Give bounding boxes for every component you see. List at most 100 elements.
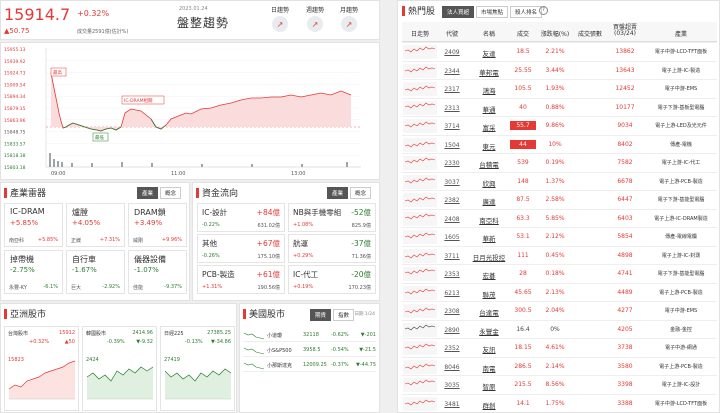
hot-stock-row[interactable]: 2313 華通 40 0.88% 10177 電子下游-基板型電腦 xyxy=(402,97,717,117)
hot-stock-name[interactable]: 宏碁 xyxy=(472,270,506,280)
industry-card-pct: +3.49% xyxy=(134,219,163,227)
hot-stock-code[interactable]: 2408 xyxy=(440,216,464,223)
hot-stock-name[interactable]: 群創 xyxy=(472,400,506,410)
hot-stock-name[interactable]: 日月光投控 xyxy=(472,252,506,262)
trend-month[interactable]: 月趨勢 ↗ xyxy=(338,5,360,32)
industry-tab-concept[interactable]: 概念 xyxy=(159,187,181,199)
hot-stock-volume: 6447 xyxy=(617,196,633,203)
trend-week[interactable]: 週趨勢 ↗ xyxy=(304,5,326,32)
hot-stock-row[interactable]: 3714 富采 55.7 9.86% 9034 電子上游-LED及光元件 xyxy=(402,116,717,135)
industry-tab-industry[interactable]: 產業 xyxy=(136,187,158,199)
hot-stock-code[interactable]: 3714 xyxy=(440,123,464,130)
hot-stock-price: 105.5 xyxy=(514,85,532,92)
hot-stock-code[interactable]: 1605 xyxy=(440,234,464,241)
hot-stock-name[interactable]: 南亞科 xyxy=(472,215,506,225)
fund-card[interactable]: NB與手機零組 -52億 +1.08% 825.9億 xyxy=(288,203,376,232)
industry-card[interactable]: 儀器設備 -1.07% 佳能 -9.37% xyxy=(128,250,187,294)
hot-stock-row[interactable]: 2344 華邦電 25.55 3.44% 13643 電子上游-IC-製造 xyxy=(402,60,717,80)
hot-stock-name[interactable]: 華邦電 xyxy=(472,67,506,77)
hot-stock-row[interactable]: 2408 南亞科 63.3 5.85% 6403 電子上游-IC-DRAM製造 xyxy=(402,208,717,228)
hot-stock-code[interactable]: 3711 xyxy=(440,253,464,260)
hot-stock-name[interactable]: 永豐金 xyxy=(472,326,506,336)
hot-stock-name[interactable]: 智原 xyxy=(472,381,506,391)
hot-stock-code[interactable]: 3037 xyxy=(440,179,464,186)
fund-card[interactable]: PCB-製造 +61億 +1.31% 190.56億 xyxy=(197,265,285,294)
hot-stock-row[interactable]: 2352 友訊 18.15 4.61% 3738 電子中游-網通 xyxy=(402,338,717,357)
hot-stock-code[interactable]: 1504 xyxy=(440,142,464,149)
industry-card[interactable]: IC-DRAM +5.85% 南亞科 +5.85% xyxy=(4,203,63,247)
hot-stock-code[interactable]: 2330 xyxy=(440,160,464,167)
hot-stock-code[interactable]: 2352 xyxy=(440,345,464,352)
fund-card[interactable]: 航運 -37億 +0.29% 71.36億 xyxy=(288,234,376,263)
hot-stock-name[interactable]: 友達 xyxy=(472,48,506,58)
hot-stock-name[interactable]: 聯茂 xyxy=(472,289,506,299)
hot-stock-code[interactable]: 2313 xyxy=(440,105,464,112)
hot-stock-price: 18.15 xyxy=(514,344,532,351)
hot-stock-row[interactable]: 2317 鴻海 105.5 1.93% 12452 電子中游-EMS xyxy=(402,79,717,98)
hot-stock-code[interactable]: 3035 xyxy=(440,382,464,389)
fund-card[interactable]: IC-設計 +84億 -0.22% 631.02億 xyxy=(197,203,285,232)
hot-stock-row[interactable]: 2308 台達電 300.5 2.04% 4277 電子中游-EMS xyxy=(402,301,717,320)
hot-stock-row[interactable]: 2409 友達 18.5 2.21% 13862 電子中游-LCD-TFT面板 xyxy=(402,42,717,61)
hot-stock-row[interactable]: 2382 廣達 87.5 2.58% 6447 電子下游-基能型電腦 xyxy=(402,190,717,209)
hot-stock-row[interactable]: 3711 日月光投控 111 0.45% 4898 電子上游-IC-封測 xyxy=(402,245,717,265)
hot-stock-name[interactable]: 台達電 xyxy=(472,307,506,317)
hot-stock-name[interactable]: 台積電 xyxy=(472,159,506,169)
hot-stock-row[interactable]: 2330 台積電 539 0.19% 7582 電子上游-IC-代工 xyxy=(402,153,717,172)
hot-stock-row[interactable]: 8046 南電 286.5 2.14% 3580 電子上游-PCB-製造 xyxy=(402,356,717,376)
hot-stock-name[interactable]: 華新 xyxy=(472,233,506,243)
industry-card[interactable]: 掉帶機 -2.75% 永豐-KY -6.1% xyxy=(4,250,63,294)
us-market-row[interactable]: 小道瓊 32118 -0.62% ▼-201 xyxy=(243,328,376,342)
asia-market-card[interactable]: 台灣股市 15912 +0.32% ▲50 15823 xyxy=(4,326,79,411)
hot-stock-name[interactable]: 廣達 xyxy=(472,196,506,206)
hot-stock-row[interactable]: 2890 永豐金 16.4 0% 4205 金融-金控 xyxy=(402,319,717,339)
fund-card[interactable]: IC-代工 -20億 +0.19% 170.23億 xyxy=(288,265,376,294)
fund-tab-concept[interactable]: 概念 xyxy=(349,187,371,199)
us-market-row[interactable]: 小S&P500 3958.5 -0.54% ▼-21.5 xyxy=(243,343,376,357)
hot-stock-name[interactable]: 富采 xyxy=(472,122,506,132)
hot-stock-code[interactable]: 2382 xyxy=(440,197,464,204)
us-tab-index[interactable]: 指數 xyxy=(333,309,355,321)
industry-card[interactable]: 爐膛 +4.05% 正崴 +7.31% xyxy=(66,203,125,247)
hot-stock-row[interactable]: 3035 智原 215.5 8.56% 3398 電子上游-IC-設計 xyxy=(402,375,717,394)
hot-stock-code[interactable]: 2317 xyxy=(440,86,464,93)
hot-tab-institutional[interactable]: 法人買超 xyxy=(442,6,475,18)
us-tab-futures[interactable]: 期貨 xyxy=(310,309,332,321)
intraday-chart-panel: 15955.13 15939.92 15924.73 15909.54 15894.34… xyxy=(0,42,380,180)
hot-stock-code[interactable]: 3481 xyxy=(440,401,464,408)
trend-day[interactable]: 日趨勢 ↗ xyxy=(269,5,291,32)
hot-stock-row[interactable]: 1504 東元 44 10% 8402 傳產-電機 xyxy=(402,134,717,154)
industry-card[interactable]: DRAM鎖 +3.49% 威剛 +9.96% xyxy=(128,203,187,247)
fund-tab-industry[interactable]: 產業 xyxy=(326,187,348,199)
hot-table-header: 日走勢 代號 名稱 成交 漲跌幅(%) 成交張數 買盤超賣(03/24) 產業 xyxy=(402,22,717,42)
hot-stock-row[interactable]: 1605 華新 53.1 2.12% 5854 傳產-電線電纜 xyxy=(402,227,717,246)
hot-stock-name[interactable]: 華通 xyxy=(472,104,506,114)
hot-stock-row[interactable]: 2353 宏碁 28 0.18% 4741 電子下游-基能型電腦 xyxy=(402,264,717,283)
hot-stock-code[interactable]: 2409 xyxy=(440,49,464,56)
fund-card-pct: -0.22% xyxy=(202,222,220,228)
hot-stock-row[interactable]: 3481 群創 14.1 1.75% 3388 電子中游-LCD-TFT面板 xyxy=(402,393,717,413)
hot-stock-row[interactable]: 6213 聯茂 45.65 2.13% 4489 電子上游-PCB-製造 xyxy=(402,282,717,302)
hot-stock-name[interactable]: 鴻海 xyxy=(472,85,506,95)
hot-stock-name[interactable]: 欣興 xyxy=(472,178,506,188)
hot-stock-industry: 電子上游-LED及光元件 xyxy=(655,123,707,129)
hot-tab-rank[interactable]: 殺人排名 xyxy=(510,6,543,18)
hot-stock-code[interactable]: 2308 xyxy=(440,308,464,315)
industry-card[interactable]: 自行車 -1.67% 巨大 -2.92% xyxy=(66,250,125,294)
hot-tab-focus[interactable]: 市場焦點 xyxy=(476,6,509,18)
us-market-row[interactable]: 小那斯達克 12009.25 -0.37% ▼-44.75 xyxy=(243,358,376,372)
hot-stock-code[interactable]: 6213 xyxy=(440,290,464,297)
hot-stock-name[interactable]: 東元 xyxy=(472,141,506,151)
asia-market-card[interactable]: 韓國股市 2414.96 -0.39% ▼-9.32 2424 xyxy=(82,326,157,411)
hot-stock-code[interactable]: 2344 xyxy=(440,68,464,75)
asia-market-card[interactable]: 日經225 27385.25 -0.13% ▼-34.86 27419 xyxy=(160,326,235,411)
hot-stock-name[interactable]: 南電 xyxy=(472,363,506,373)
hot-stock-row[interactable]: 3037 欣興 148 1.37% 6678 電子上游-PCB-製造 xyxy=(402,171,717,191)
us-market-sparkline xyxy=(243,347,265,355)
help-icon[interactable]: ? xyxy=(539,6,548,15)
fund-card[interactable]: 其他 +67億 -0.26% 175.10億 xyxy=(197,234,285,263)
hot-stock-code[interactable]: 8046 xyxy=(440,364,464,371)
hot-stock-code[interactable]: 2890 xyxy=(440,327,464,334)
hot-stock-code[interactable]: 2353 xyxy=(440,271,464,278)
hot-stock-name[interactable]: 友訊 xyxy=(472,344,506,354)
